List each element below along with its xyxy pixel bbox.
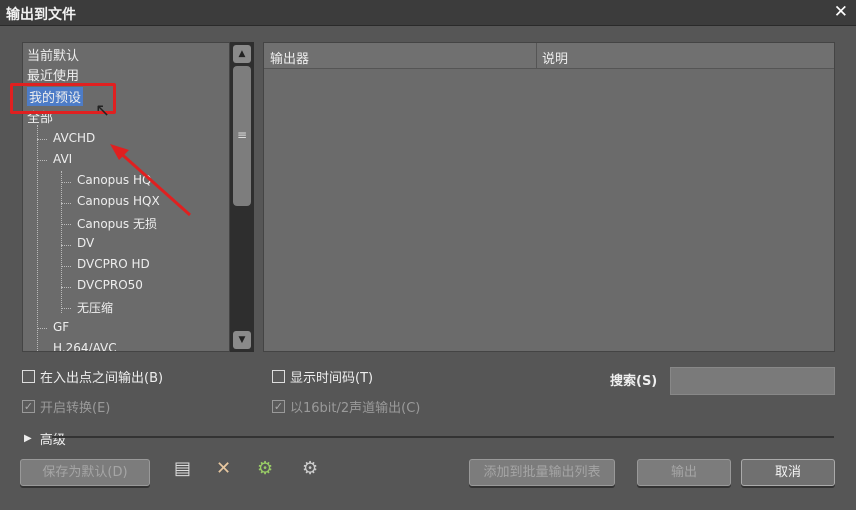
window-title: 输出到文件 xyxy=(6,7,76,23)
search-label: 搜索(S) xyxy=(610,374,658,389)
scroll-thumb[interactable]: ≡ xyxy=(233,66,251,206)
tree-item-gf[interactable]: GF xyxy=(53,320,69,334)
checkmark-icon: ✓ xyxy=(272,400,285,413)
import-icon[interactable]: ⚙ xyxy=(257,458,273,479)
add-to-batch-button[interactable]: 添加到批量输出列表 xyxy=(469,459,615,486)
checkbox-icon xyxy=(272,370,285,383)
title-bar: 输出到文件 ✕ xyxy=(0,0,856,26)
save-icon[interactable]: ▤ xyxy=(174,458,191,479)
red-arrow-annotation xyxy=(110,144,191,217)
tree-item-avi[interactable]: AVI xyxy=(53,152,72,166)
delete-icon[interactable]: ✕ xyxy=(216,458,231,479)
search-input[interactable] xyxy=(670,367,835,395)
cancel-button[interactable]: 取消 xyxy=(741,459,835,486)
export-preset-icon[interactable]: ⚙ xyxy=(302,458,318,479)
tree-item-avchd[interactable]: AVCHD xyxy=(53,131,95,145)
tree-item-dvcpro50[interactable]: DVCPRO50 xyxy=(77,278,143,292)
tree-item-dv[interactable]: DV xyxy=(77,236,94,250)
audio-16bit-checkbox[interactable]: ✓ 以16bit/2声道输出(C) xyxy=(272,397,420,416)
mouse-cursor-icon: ↖ xyxy=(95,100,111,121)
triangle-right-icon: ▶ xyxy=(24,433,32,444)
tree-scrollbar[interactable]: ▲ ≡ ▼ xyxy=(230,42,254,352)
column-exporter[interactable]: 输出器 xyxy=(270,48,309,67)
tree-item-h264[interactable]: H.264/AVC xyxy=(53,341,117,351)
tree-item-recent[interactable]: 最近使用 xyxy=(27,65,79,84)
convert-checkbox[interactable]: ✓ 开启转换(E) xyxy=(22,397,110,416)
column-description[interactable]: 说明 xyxy=(542,48,568,67)
list-header: 输出器 说明 xyxy=(264,43,834,69)
close-icon[interactable]: ✕ xyxy=(834,2,848,22)
scroll-up-button[interactable]: ▲ xyxy=(233,45,251,63)
timecode-checkbox[interactable]: 显示时间码(T) xyxy=(272,367,373,386)
tree-item-current-default[interactable]: 当前默认 xyxy=(27,45,79,64)
checkbox-icon xyxy=(22,370,35,383)
export-button[interactable]: 输出 xyxy=(637,459,731,486)
checkmark-icon: ✓ xyxy=(22,400,35,413)
save-default-button[interactable]: 保存为默认(D) xyxy=(20,459,150,486)
divider xyxy=(52,436,834,438)
tree-item-dvcpro-hd[interactable]: DVCPRO HD xyxy=(77,257,150,271)
exporter-list[interactable]: 输出器 说明 xyxy=(263,42,835,352)
advanced-toggle[interactable]: ▶ 高级 xyxy=(24,429,66,448)
scroll-down-button[interactable]: ▼ xyxy=(233,331,251,349)
in-out-checkbox[interactable]: 在入出点之间输出(B) xyxy=(22,367,163,386)
tree-item-uncompressed[interactable]: 无压缩 xyxy=(77,299,113,316)
